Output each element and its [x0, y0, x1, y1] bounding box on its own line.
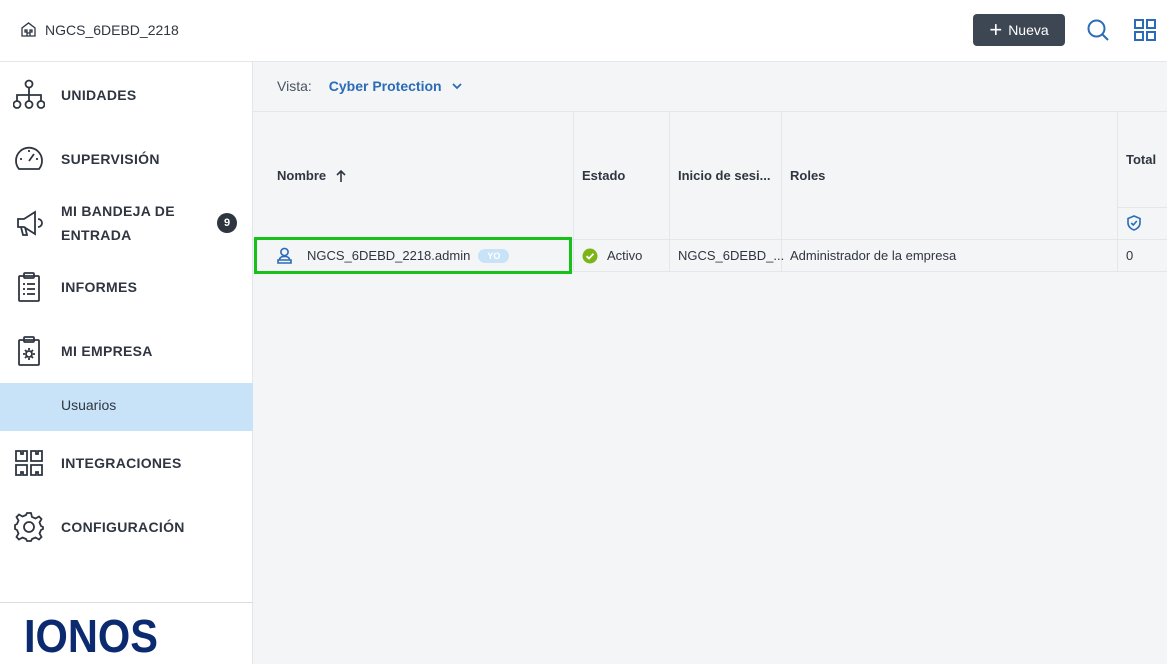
- column-header-roles[interactable]: Roles: [782, 112, 1118, 240]
- view-selector[interactable]: Cyber Protection: [329, 78, 462, 94]
- status-active-icon: [582, 248, 598, 263]
- selection-highlight: [254, 237, 572, 274]
- nav-label-units: UNIDADES: [61, 87, 137, 103]
- nav-label-integrations: INTEGRACIONES: [61, 455, 182, 471]
- gauge-icon: [15, 146, 43, 170]
- column-header-total-label: Total: [1126, 152, 1157, 167]
- nav-label-reports: INFORMES: [61, 279, 138, 295]
- column-header-total[interactable]: Total: [1118, 112, 1167, 240]
- column-header-name-label: Nombre: [277, 168, 327, 183]
- nav-label-settings: CONFIGURACIÓN: [61, 519, 185, 535]
- nav-item-my-company[interactable]: MI EMPRESA: [0, 334, 253, 368]
- cell-login: NGCS_6DEBD_...: [670, 240, 785, 271]
- integrations-icon: [15, 450, 43, 476]
- ionos-logo: IONOS: [24, 614, 158, 656]
- column-header-roles-label: Roles: [790, 168, 826, 183]
- sidebar: UNIDADES SUPERVISIÓN MI BANDEJA DE ENTRA…: [0, 62, 253, 664]
- total-text: 0: [1126, 248, 1134, 263]
- view-label: Vista:: [277, 78, 312, 94]
- nav-item-settings[interactable]: CONFIGURACIÓN: [0, 510, 253, 544]
- chevron-down-icon: [451, 82, 462, 89]
- nav-item-units[interactable]: UNIDADES: [0, 78, 253, 112]
- tenant-name: NGCS_6DEBD_2218: [45, 21, 179, 38]
- gear-icon: [14, 512, 44, 542]
- new-button[interactable]: + Nueva: [973, 14, 1065, 46]
- column-header-name[interactable]: Nombre: [253, 112, 574, 240]
- view-bar: Vista: Cyber Protection: [277, 78, 462, 94]
- search-icon[interactable]: [1086, 18, 1110, 42]
- view-value: Cyber Protection: [328, 78, 442, 94]
- column-header-status[interactable]: Estado: [574, 112, 670, 240]
- tenant-selector[interactable]: NGCS_6DEBD_2218: [20, 21, 179, 38]
- cell-roles: Administrador de la empresa: [782, 240, 1118, 271]
- svg-text:IONOS: IONOS: [24, 614, 158, 656]
- grid-apps-icon[interactable]: [1133, 18, 1157, 42]
- login-text: NGCS_6DEBD_...: [678, 248, 785, 263]
- column-header-login[interactable]: Inicio de sesi...: [670, 112, 782, 240]
- sitemap-icon: [13, 79, 45, 109]
- company-settings-icon: [18, 336, 40, 366]
- nav-label-inbox-line2: ENTRADA: [61, 227, 132, 243]
- column-header-status-label: Estado: [582, 168, 626, 183]
- roles-text: Administrador de la empresa: [790, 248, 957, 263]
- nav-label-inbox-line1: MI BANDEJA DE: [61, 203, 175, 219]
- cell-status: Activo: [574, 240, 670, 271]
- inbox-count-badge: 9: [217, 213, 237, 233]
- nav-item-inbox[interactable]: MI BANDEJA DE ENTRADA 9: [0, 198, 253, 248]
- plus-icon: +: [989, 17, 1003, 42]
- nav-subitem-users[interactable]: Usuarios: [0, 383, 253, 431]
- sort-ascending-icon: [336, 170, 346, 182]
- megaphone-icon: [17, 210, 43, 236]
- status-text: Activo: [607, 248, 643, 263]
- nav-item-reports[interactable]: INFORMES: [0, 270, 253, 304]
- nav-label-monitoring: SUPERVISIÓN: [61, 151, 160, 167]
- nav-item-integrations[interactable]: INTEGRACIONES: [0, 446, 253, 480]
- cell-total: 0: [1118, 240, 1167, 271]
- company-icon: [21, 22, 36, 37]
- nav-label-my-company: MI EMPRESA: [61, 343, 153, 359]
- column-header-login-label: Inicio de sesi...: [678, 168, 771, 183]
- main-content: Vista: Cyber Protection Nombre Estado In…: [253, 62, 1167, 664]
- shield-check-icon: [1127, 215, 1141, 231]
- clipboard-report-icon: [18, 272, 40, 302]
- new-button-label: Nueva: [1008, 22, 1049, 38]
- column-subheader-divider: [1118, 207, 1167, 208]
- sidebar-divider: [0, 602, 253, 603]
- nav-subitem-users-label: Usuarios: [61, 397, 117, 413]
- nav-item-monitoring[interactable]: SUPERVISIÓN: [0, 142, 253, 176]
- top-bar: NGCS_6DEBD_2218 + Nueva: [0, 0, 1167, 62]
